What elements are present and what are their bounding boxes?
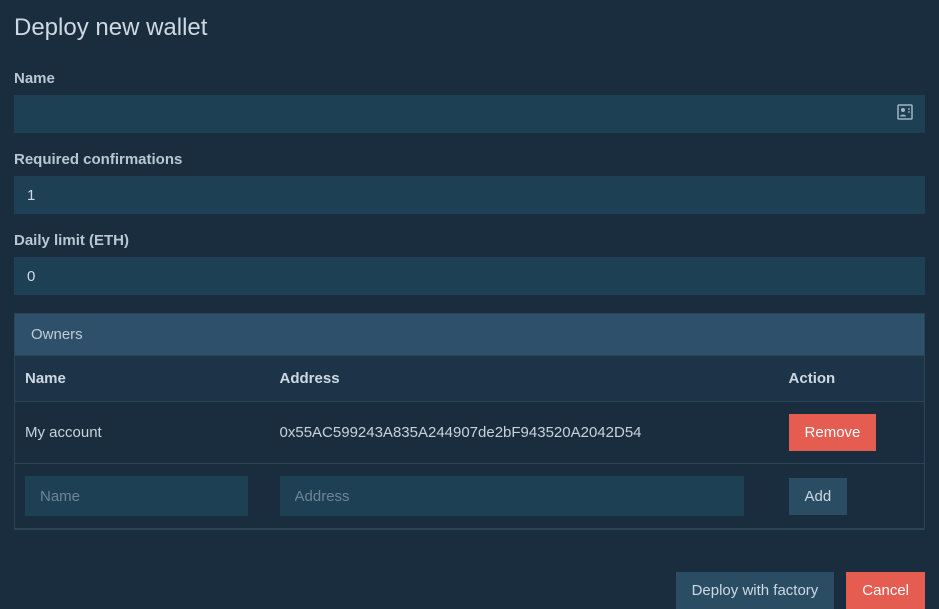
- table-row-new: Add: [15, 464, 924, 529]
- daily-limit-label: Daily limit (ETH): [14, 232, 925, 249]
- dialog-title: Deploy new wallet: [14, 14, 925, 42]
- owners-panel: Owners Name Address Action My account 0x…: [14, 313, 925, 530]
- name-label: Name: [14, 70, 925, 87]
- daily-limit-field-group: Daily limit (ETH): [14, 232, 925, 295]
- owners-col-address: Address: [270, 356, 779, 402]
- owners-table: Name Address Action My account 0x55AC599…: [15, 355, 924, 529]
- owners-col-action: Action: [779, 356, 924, 402]
- add-button[interactable]: Add: [789, 478, 848, 515]
- daily-limit-input[interactable]: [14, 257, 925, 295]
- new-owner-address-input[interactable]: [280, 476, 745, 516]
- owners-col-name: Name: [15, 356, 270, 402]
- owner-address-cell: 0x55AC599243A835A244907de2bF943520A2042D…: [270, 402, 779, 464]
- cancel-button[interactable]: Cancel: [846, 572, 925, 609]
- confirmations-label: Required confirmations: [14, 151, 925, 168]
- name-input[interactable]: [14, 95, 925, 133]
- name-field-group: Name: [14, 70, 925, 133]
- new-owner-name-input[interactable]: [25, 476, 248, 516]
- owners-panel-title: Owners: [15, 314, 924, 355]
- dialog-footer: Deploy with factory Cancel: [14, 572, 925, 609]
- confirmations-input[interactable]: [14, 176, 925, 214]
- deploy-with-factory-button[interactable]: Deploy with factory: [676, 572, 835, 609]
- confirmations-field-group: Required confirmations: [14, 151, 925, 214]
- owner-name-cell: My account: [15, 402, 270, 464]
- remove-button[interactable]: Remove: [789, 414, 877, 451]
- table-row: My account 0x55AC599243A835A244907de2bF9…: [15, 402, 924, 464]
